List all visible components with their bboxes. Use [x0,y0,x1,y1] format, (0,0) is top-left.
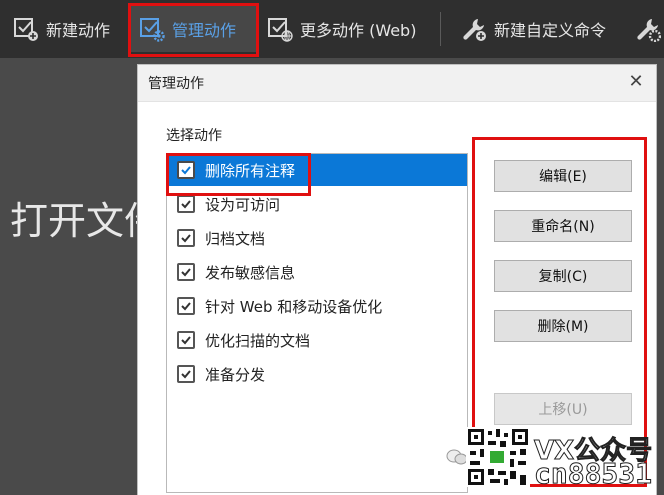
list-item-label: 针对 Web 和移动设备优化 [205,297,383,316]
web-action-icon [266,15,294,43]
wrench-gear-icon [634,15,662,43]
action-list[interactable]: 删除所有注释 设为可访问 归档文档 发布敏感信息 针对 Web 和移动设备优化 … [166,153,468,493]
watermark-line2: cn88531 [533,457,653,491]
list-item-label: 设为可访问 [205,195,281,214]
wrench-icon [460,15,488,43]
wechat-icon [446,449,468,465]
checkbox-checked-icon[interactable] [177,331,195,349]
new-custom-command-button[interactable]: 新建自定义命令 [460,6,606,52]
qr-code-icon [466,427,530,487]
checkbox-checked-icon[interactable] [177,365,195,383]
new-custom-command-label: 新建自定义命令 [494,21,607,40]
selected-item-highlight-box [166,153,311,196]
toolbar: 新建动作 管理动作 更多动作 (Web) 新建自定义命令 [0,0,664,58]
list-item-prepare-distribution[interactable]: 准备分发 [167,358,467,390]
toolbar-highlight-box [128,3,259,57]
settings-button[interactable] [634,6,664,52]
list-item-label: 归档文档 [205,229,266,248]
new-action-button[interactable]: 新建动作 [12,6,110,52]
close-icon[interactable]: ✕ [626,72,646,92]
checkbox-checked-icon[interactable] [177,229,195,247]
list-item-optimize-scanned[interactable]: 优化扫描的文档 [167,324,467,356]
dialog-title: 管理动作 [148,76,204,92]
list-item-label: 准备分发 [205,365,266,384]
new-action-label: 新建动作 [46,21,111,40]
list-item-label: 发布敏感信息 [205,263,296,282]
more-actions-web-label: 更多动作 (Web) [300,21,417,40]
list-item-label: 优化扫描的文档 [205,331,311,350]
list-item-archive-document[interactable]: 归档文档 [167,222,467,254]
toolbar-divider [440,12,441,46]
dialog-title-bar: 管理动作 ✕ [138,65,656,102]
checkbox-checked-icon[interactable] [177,297,195,315]
checkbox-checked-icon[interactable] [177,263,195,281]
new-action-icon [12,15,40,43]
more-actions-web-button[interactable]: 更多动作 (Web) [266,6,416,52]
list-item-optimize-web-mobile[interactable]: 针对 Web 和移动设备优化 [167,290,467,322]
checkbox-checked-icon[interactable] [177,195,195,213]
list-label: 选择动作 [166,128,222,144]
list-item-publish-sensitive[interactable]: 发布敏感信息 [167,256,467,288]
